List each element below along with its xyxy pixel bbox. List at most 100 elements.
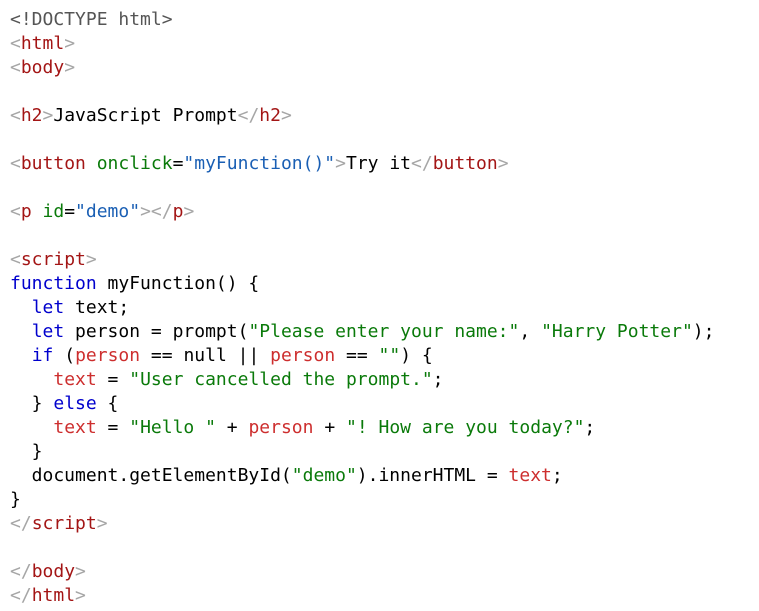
code-token-keyword: else bbox=[53, 393, 97, 414]
code-token-plain: == null || bbox=[140, 345, 271, 366]
code-line: <h2>JavaScript Prompt</h2> bbox=[10, 104, 755, 128]
code-token-doctype: <!DOCTYPE html> bbox=[10, 9, 173, 30]
code-token-plain: == bbox=[335, 345, 379, 366]
code-token-plain: ).innerHTML = bbox=[356, 465, 509, 486]
code-token-bracket: </ bbox=[10, 561, 32, 582]
code-token-plain: ) { bbox=[400, 345, 433, 366]
code-line: text = "Hello " + person + "! How are yo… bbox=[10, 416, 755, 440]
code-token-bracket: </ bbox=[10, 513, 32, 534]
code-token-tag: h2 bbox=[259, 105, 281, 126]
code-token-tag: body bbox=[31, 561, 76, 582]
code-token-string: "myFunction()" bbox=[183, 153, 336, 174]
code-token-plain: JavaScript Prompt bbox=[53, 105, 238, 126]
code-line: </body> bbox=[10, 560, 755, 584]
code-token-plain: document.getElementById( bbox=[10, 465, 292, 486]
code-line: } bbox=[10, 488, 755, 512]
code-token-bracket: </ bbox=[411, 153, 433, 174]
code-token-plain: } bbox=[10, 489, 21, 510]
code-token-tag: button bbox=[432, 153, 498, 174]
code-token-plain: } bbox=[10, 393, 54, 414]
code-token-tag: script bbox=[20, 249, 86, 270]
code-token-variable: text bbox=[508, 465, 552, 486]
code-token-plain: ; bbox=[551, 465, 563, 486]
code-token-plain: = bbox=[96, 417, 130, 438]
code-token-plain: , bbox=[519, 321, 542, 342]
code-view: <!DOCTYPE html> <html> <body> <h2>JavaScrip… bbox=[10, 8, 755, 608]
code-token-plain: { bbox=[96, 393, 119, 414]
code-token-bracket: > bbox=[183, 201, 195, 222]
code-token-string: "demo" bbox=[75, 201, 141, 222]
code-token-tag: button bbox=[20, 153, 86, 174]
code-token-js_string: "Harry Potter" bbox=[541, 321, 693, 342]
code-token-keyword: let bbox=[31, 297, 65, 318]
code-token-variable: person bbox=[75, 345, 141, 366]
code-token-keyword: function bbox=[10, 273, 97, 294]
code-line: <script> bbox=[10, 248, 755, 272]
code-token-plain: ); bbox=[692, 321, 715, 342]
code-token-tag: p bbox=[20, 201, 32, 222]
code-token-plain: ; bbox=[584, 417, 596, 438]
code-token-plain: person = prompt( bbox=[64, 321, 249, 342]
code-token-bracket: > bbox=[42, 105, 54, 126]
code-token-js_string: "! How are you today?" bbox=[346, 417, 585, 438]
code-token-variable: person bbox=[248, 417, 314, 438]
code-token-plain: = bbox=[172, 153, 184, 174]
code-token-bracket: > bbox=[75, 585, 86, 606]
code-token-bracket: </ bbox=[10, 585, 32, 606]
code-line: <body> bbox=[10, 56, 755, 80]
code-token-attr: onclick bbox=[85, 153, 173, 174]
code-token-plain: myFunction() { bbox=[96, 273, 260, 294]
code-line: let person = prompt("Please enter your n… bbox=[10, 320, 755, 344]
code-token-bracket: > bbox=[497, 153, 509, 174]
code-line: function myFunction() { bbox=[10, 272, 755, 296]
code-token-tag: script bbox=[31, 513, 97, 534]
code-token-bracket: > bbox=[280, 105, 292, 126]
code-line: } else { bbox=[10, 392, 755, 416]
code-token-bracket: < bbox=[10, 153, 21, 174]
code-token-plain: + bbox=[215, 417, 249, 438]
code-token-bracket: > bbox=[75, 561, 86, 582]
code-token-attr: id bbox=[31, 201, 65, 222]
code-token-tag: html bbox=[31, 585, 76, 606]
code-token-js_string: "demo" bbox=[291, 465, 357, 486]
code-token-plain: = bbox=[96, 369, 130, 390]
code-token-tag: body bbox=[20, 57, 65, 78]
code-token-plain: = bbox=[64, 201, 76, 222]
code-token-js_string: "" bbox=[378, 345, 401, 366]
code-token-bracket: < bbox=[10, 201, 21, 222]
code-token-plain: Try it bbox=[345, 153, 412, 174]
code-token-js_string: "Please enter your name:" bbox=[248, 321, 520, 342]
code-token-bracket: > bbox=[64, 33, 76, 54]
code-line: document.getElementById("demo").innerHTM… bbox=[10, 464, 755, 488]
code-token-variable: text bbox=[53, 417, 97, 438]
code-token-bracket: < bbox=[10, 33, 21, 54]
code-token-bracket: < bbox=[10, 105, 21, 126]
code-token-js_string: "Hello " bbox=[129, 417, 216, 438]
code-line: <html> bbox=[10, 32, 755, 56]
code-token-variable: text bbox=[53, 369, 97, 390]
code-line: } bbox=[10, 440, 755, 464]
code-token-tag: h2 bbox=[20, 105, 43, 126]
code-token-js_string: "User cancelled the prompt." bbox=[129, 369, 433, 390]
code-token-plain: + bbox=[313, 417, 346, 438]
code-token-tag: p bbox=[172, 201, 184, 222]
code-line: text = "User cancelled the prompt."; bbox=[10, 368, 755, 392]
code-token-bracket: > bbox=[64, 57, 76, 78]
code-token-keyword: if bbox=[31, 345, 54, 366]
code-token-keyword: let bbox=[31, 321, 65, 342]
code-token-bracket: </ bbox=[237, 105, 260, 126]
code-token-bracket: > bbox=[335, 153, 346, 174]
code-token-plain: text; bbox=[64, 297, 130, 318]
code-line: if (person == null || person == "") { bbox=[10, 344, 755, 368]
code-line: </html> bbox=[10, 584, 755, 608]
code-token-bracket: < bbox=[10, 57, 21, 78]
